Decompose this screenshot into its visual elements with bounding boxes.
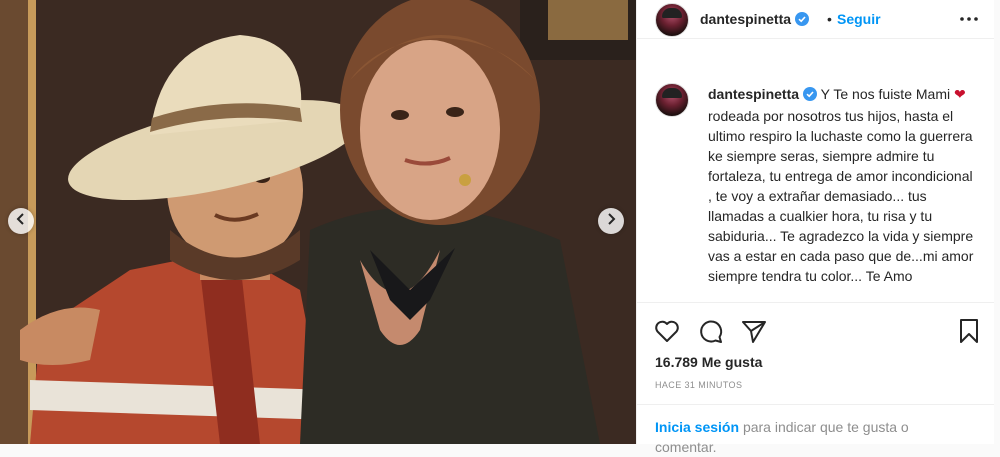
author-username[interactable]: dantespinetta xyxy=(700,11,810,29)
caption-section: dantespinetta Y Te nos fuiste Mami ❤ rod… xyxy=(637,39,995,301)
verified-badge-icon xyxy=(803,86,818,106)
caption-part-1: Y Te nos fuiste Mami xyxy=(820,86,951,102)
comment-bubble-icon[interactable] xyxy=(697,317,725,345)
post-timestamp[interactable]: HACE 31 MINUTOS xyxy=(655,380,742,390)
post-actions: 16.789 Me gusta HACE 31 MINUTOS Inicia s… xyxy=(637,302,995,455)
red-heart-emoji: ❤ xyxy=(953,86,966,102)
caption-username[interactable]: dantespinetta xyxy=(708,86,818,102)
photo-illustration xyxy=(0,0,636,444)
login-prompt-text: Inicia sesión para indicar que te gusta … xyxy=(655,417,945,457)
page-edge xyxy=(994,0,1000,444)
bookmark-icon[interactable] xyxy=(955,317,983,345)
post-header: dantespinetta • Seguir xyxy=(637,0,995,39)
login-prompt: Inicia sesión para indicar que te gusta … xyxy=(637,404,995,455)
likes-count[interactable]: 16.789 Me gusta xyxy=(655,354,762,370)
author-username-text[interactable]: dantespinetta xyxy=(700,11,791,27)
login-link[interactable]: Inicia sesión xyxy=(655,419,739,435)
instagram-post-window: dantespinetta • Seguir dantespinetta Y T… xyxy=(0,0,1000,455)
chevron-right-icon xyxy=(606,212,616,230)
caption-username-text[interactable]: dantespinetta xyxy=(708,86,799,102)
previous-photo-button[interactable] xyxy=(8,208,34,234)
author-avatar[interactable] xyxy=(655,3,689,37)
more-options-icon[interactable] xyxy=(957,10,981,28)
next-photo-button[interactable] xyxy=(598,208,624,234)
heart-outline-icon[interactable] xyxy=(653,317,681,345)
paper-plane-icon[interactable] xyxy=(740,317,768,345)
verified-badge-icon xyxy=(795,12,810,29)
post-side-panel: dantespinetta • Seguir dantespinetta Y T… xyxy=(636,0,995,455)
follow-button[interactable]: Seguir xyxy=(837,11,881,27)
caption-part-2: rodeada por nosotros tus hijos, hasta el… xyxy=(708,108,974,284)
header-separator: • xyxy=(827,11,832,27)
post-photo xyxy=(0,0,636,444)
chevron-left-icon xyxy=(16,212,26,230)
caption-text: dantespinetta Y Te nos fuiste Mami ❤ rod… xyxy=(708,84,978,286)
caption-author-avatar[interactable] xyxy=(655,83,689,117)
